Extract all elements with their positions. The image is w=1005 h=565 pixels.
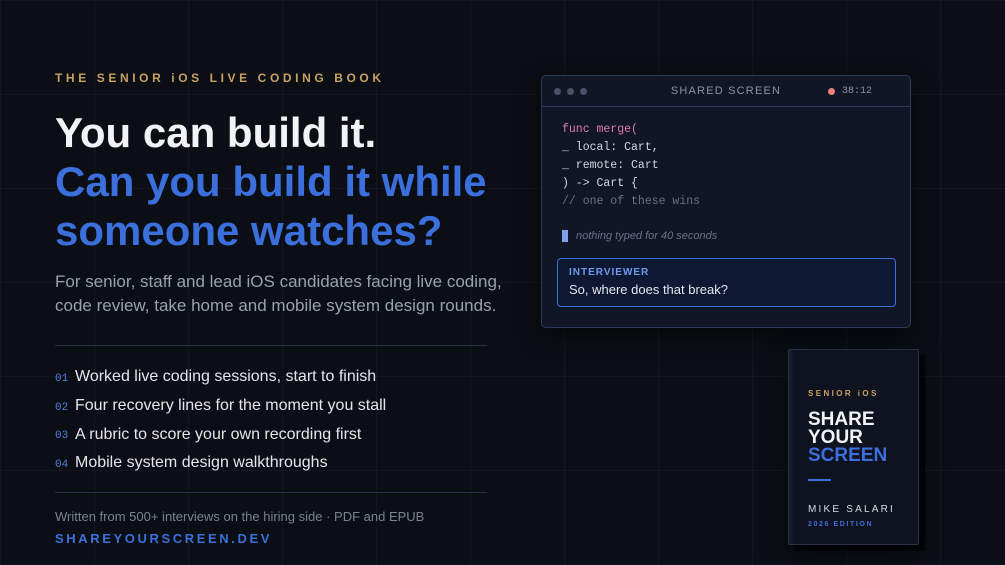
feature-item: 03 A rubric to score your own recording … [55,420,386,449]
headline-line-2: Can you build it while someone watches? [55,158,487,254]
recording-timer: 38:12 [827,85,872,97]
book-spine [789,350,794,544]
footnote: Written from 500+ interviews on the hiri… [55,509,425,524]
divider-top [55,345,487,346]
window-titlebar: SHARED SCREEN 38:12 [542,76,910,107]
feature-number: 04 [55,458,69,471]
headline: You can build it. Can you build it while… [55,108,535,255]
idle-status-text: nothing typed for 40 seconds [576,230,718,242]
feature-text: A rubric to score your own recording fir… [75,425,362,443]
feature-item: 01 Worked live coding sessions, start to… [55,363,386,392]
code-comment: // one of these wins [562,195,701,208]
book-accent-dash [808,479,831,481]
feature-number: 01 [55,372,69,385]
book-title: SHARE YOUR SCREEN [808,410,888,466]
headline-line-1: You can build it. [55,109,377,156]
website-link[interactable]: SHAREYOURSCREEN.DEV [55,531,272,546]
timer-value: 38:12 [841,85,872,97]
eyebrow: THE SENIOR iOS LIVE CODING BOOK [55,71,385,85]
divider-bottom [55,492,487,493]
code-line: _ local: Cart, [562,141,659,154]
code-line: ) -> Cart { [562,177,638,190]
book-cover: SENIOR iOS SHARE YOUR SCREEN MIKE SALARI… [788,349,919,545]
feature-text: Worked live coding sessions, start to fi… [75,368,377,386]
recording-dot-icon [827,87,835,95]
code-line: _ remote: Cart [562,159,659,172]
code-block: func merge( _ local: Cart, _ remote: Car… [542,107,910,211]
feature-list: 01 Worked live coding sessions, start to… [55,363,386,478]
feature-text: Four recovery lines for the moment you s… [75,397,387,415]
book-author: MIKE SALARI [808,504,895,515]
interviewer-label: INTERVIEWER [569,267,650,278]
book-tag: SENIOR iOS [808,389,879,398]
interviewer-message: INTERVIEWER So, where does that break? [557,258,896,307]
feature-item: 04 Mobile system design walkthroughs [55,449,386,478]
subtext: For senior, staff and lead iOS candidate… [55,272,502,315]
feature-number: 02 [55,401,69,414]
feature-number: 03 [55,430,69,443]
text-cursor-icon [562,230,568,242]
idle-status: nothing typed for 40 seconds [562,230,717,242]
feature-text: Mobile system design walkthroughs [75,454,328,472]
code-line: func merge( [562,123,638,136]
book-edition: 2026 EDITION [808,521,874,528]
interviewer-text: So, where does that break? [569,282,728,297]
book-title-word: SCREEN [808,445,888,466]
shared-screen-window: SHARED SCREEN 38:12 func merge( _ local:… [541,75,911,328]
feature-item: 02 Four recovery lines for the moment yo… [55,392,386,421]
